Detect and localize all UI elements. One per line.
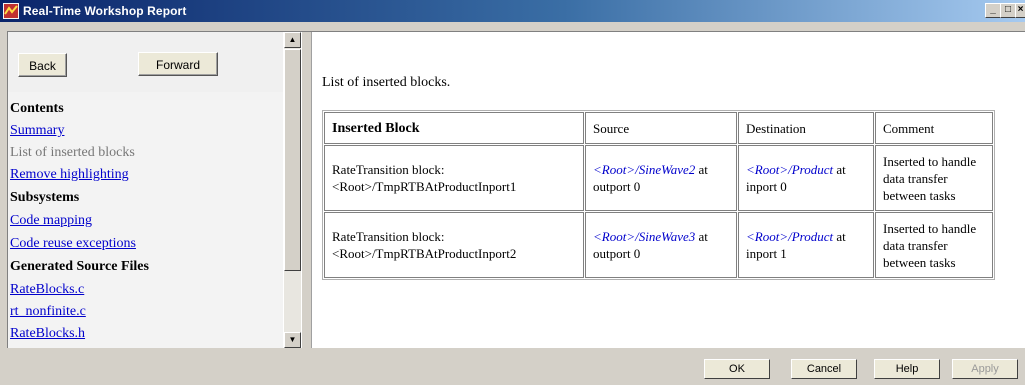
- column-header-source: Source: [585, 112, 737, 144]
- block-type: RateTransition block:: [332, 162, 445, 177]
- destination-at: at: [833, 229, 846, 244]
- source-link[interactable]: <Root>/SineWave2: [593, 162, 695, 177]
- generated-files-heading: Generated Source Files: [10, 259, 149, 274]
- comment-line: data transfer: [883, 237, 948, 253]
- navigation-pane: Back Forward Contents Summary List of in…: [8, 32, 283, 348]
- ok-button[interactable]: OK: [704, 359, 770, 379]
- destination-link[interactable]: <Root>/Product: [746, 162, 833, 177]
- cell-inserted-block: RateTransition block: <Root>/TmpRTBAtPro…: [324, 145, 584, 211]
- subsystems-heading: Subsystems: [10, 190, 80, 205]
- source-port: outport 0: [593, 246, 641, 261]
- column-header-destination: Destination: [738, 112, 874, 144]
- minimize-button[interactable]: _: [985, 3, 1001, 18]
- comment-line: Inserted to handle: [883, 220, 977, 236]
- inserted-blocks-link[interactable]: List of inserted blocks: [10, 145, 135, 161]
- scroll-thumb[interactable]: [284, 49, 301, 271]
- scroll-down-arrow-icon[interactable]: ▼: [284, 332, 301, 348]
- cell-destination: <Root>/Product at inport 1: [738, 212, 874, 278]
- nav-toolbar: Back Forward: [8, 32, 283, 92]
- cell-source: <Root>/SineWave2 at outport 0: [585, 145, 737, 211]
- nav-scrollbar[interactable]: ▲ ▼: [284, 32, 301, 348]
- table-of-contents: Contents Summary List of inserted blocks…: [8, 94, 283, 348]
- pane-splitter[interactable]: [302, 32, 312, 348]
- file-link-rt-nonfinite-c[interactable]: rt_nonfinite.c: [10, 304, 86, 320]
- contents-heading: Contents: [10, 101, 64, 116]
- app-icon: [3, 3, 19, 19]
- source-at: at: [695, 229, 708, 244]
- report-pane: List of inserted blocks. Inserted Block …: [313, 32, 1025, 348]
- comment-line: between tasks: [883, 187, 956, 203]
- help-button[interactable]: Help: [874, 359, 940, 379]
- destination-link[interactable]: <Root>/Product: [746, 229, 833, 244]
- cell-comment: Inserted to handle data transfer between…: [875, 145, 993, 211]
- remove-highlighting-link[interactable]: Remove highlighting: [10, 167, 129, 183]
- forward-button[interactable]: Forward: [138, 52, 218, 76]
- scroll-up-arrow-icon[interactable]: ▲: [284, 32, 301, 48]
- file-link-rateblocks-h[interactable]: RateBlocks.h: [10, 326, 85, 342]
- back-button[interactable]: Back: [18, 53, 67, 77]
- block-type: RateTransition block:: [332, 229, 445, 244]
- file-link-rateblocks-c[interactable]: RateBlocks.c: [10, 282, 84, 298]
- block-path: <Root>/TmpRTBAtProductInport1: [332, 179, 517, 194]
- table-row: RateTransition block: <Root>/TmpRTBAtPro…: [324, 212, 993, 278]
- close-button[interactable]: ×: [1015, 3, 1025, 18]
- column-header-inserted-block: Inserted Block: [324, 112, 584, 144]
- source-link[interactable]: <Root>/SineWave3: [593, 229, 695, 244]
- destination-port: inport 0: [746, 179, 787, 194]
- comment-line: data transfer: [883, 170, 948, 186]
- cell-source: <Root>/SineWave3 at outport 0: [585, 212, 737, 278]
- inserted-blocks-table: Inserted Block Source Destination Commen…: [322, 110, 995, 280]
- cell-comment: Inserted to handle data transfer between…: [875, 212, 993, 278]
- apply-button[interactable]: Apply: [952, 359, 1018, 379]
- maximize-button[interactable]: □: [1000, 3, 1016, 18]
- block-path: <Root>/TmpRTBAtProductInport2: [332, 246, 517, 261]
- report-intro: List of inserted blocks.: [322, 75, 451, 90]
- dialog-button-bar: [0, 348, 1025, 385]
- destination-at: at: [833, 162, 846, 177]
- cell-destination: <Root>/Product at inport 0: [738, 145, 874, 211]
- cell-inserted-block: RateTransition block: <Root>/TmpRTBAtPro…: [324, 212, 584, 278]
- table-row: RateTransition block: <Root>/TmpRTBAtPro…: [324, 145, 993, 211]
- code-mapping-link[interactable]: Code mapping: [10, 213, 92, 229]
- cancel-button[interactable]: Cancel: [791, 359, 857, 379]
- table-header-row: Inserted Block Source Destination Commen…: [324, 112, 993, 144]
- comment-line: between tasks: [883, 254, 956, 270]
- source-port: outport 0: [593, 179, 641, 194]
- column-header-comment: Comment: [875, 112, 993, 144]
- comment-line: Inserted to handle: [883, 153, 977, 169]
- title-bar[interactable]: Real-Time Workshop Report _ □ ×: [0, 0, 1025, 22]
- destination-port: inport 1: [746, 246, 787, 261]
- window-title: Real-Time Workshop Report: [23, 4, 187, 18]
- code-reuse-link[interactable]: Code reuse exceptions: [10, 236, 136, 252]
- summary-link[interactable]: Summary: [10, 123, 64, 139]
- source-at: at: [695, 162, 708, 177]
